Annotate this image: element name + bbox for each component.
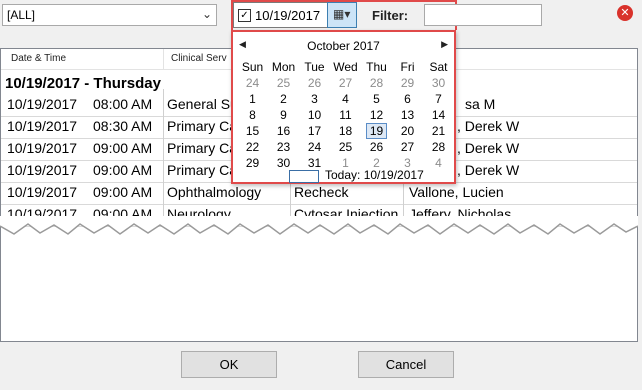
chevron-right-icon[interactable]: ▶ [441,39,448,50]
calendar-day[interactable]: 25 [268,75,299,91]
calendar-day[interactable]: 24 [299,139,330,155]
calendar-day[interactable]: 6 [392,91,423,107]
cell-provider: , Derek W [457,140,520,156]
calendar-day[interactable]: 20 [392,123,423,139]
calendar-day[interactable]: 9 [268,107,299,123]
weekday-label: Thu [366,60,387,74]
cell-provider: Vallone, Lucien [409,184,504,200]
calendar-day[interactable]: 24 [237,75,268,91]
weekday-label: Fri [400,60,415,74]
calendar-day[interactable]: 13 [392,107,423,123]
calendar-icon: ▦▾ [333,7,351,21]
cell-type: Recheck [294,184,349,200]
calendar-day[interactable]: 25 [330,139,361,155]
cell-service: Primary Ca [167,162,238,178]
table-row[interactable]: 10/19/2017 09:00 AM Ophthalmology Rechec… [1,182,637,205]
cell-service: Primary Ca [167,140,238,156]
calendar-day[interactable]: 29 [392,75,423,91]
calendar-day[interactable]: 7 [423,91,454,107]
calendar-grid: Sun Mon Tue Wed Thu Fri Sat 24 25 26 27 … [237,59,454,171]
date-value: 10/19/2017 [255,8,321,23]
date-picker-field[interactable]: ✓ 10/19/2017 [233,2,328,28]
clinic-combo-value: [ALL] [7,8,36,22]
filter-label: Filter: [372,8,409,23]
calendar-day[interactable]: 26 [361,139,392,155]
cell-time: 09:00 AM [93,162,153,178]
cell-date: 10/19/2017 [7,96,78,112]
cell-provider: , Derek W [457,118,520,134]
cell-provider: , Derek W [457,162,520,178]
cell-service: Primary Ca [167,118,238,134]
calendar-day[interactable]: 26 [299,75,330,91]
calendar-day[interactable]: 28 [423,139,454,155]
calendar-day-selected[interactable]: 19 [361,123,392,139]
selected-day-label: 19 [365,123,388,139]
weekday-label: Sun [241,60,264,74]
filter-input[interactable] [424,4,542,26]
weekday-label: Tue [304,60,325,74]
calendar-day[interactable]: 16 [268,123,299,139]
calendar-day[interactable]: 14 [423,107,454,123]
cell-time: 09:00 AM [93,184,153,200]
cell-service: Ophthalmology [167,184,262,200]
calendar-day[interactable]: 5 [361,91,392,107]
calendar-day[interactable]: 27 [330,75,361,91]
calendar-day[interactable]: 30 [423,75,454,91]
column-divider [163,89,164,224]
calendar-day[interactable]: 8 [237,107,268,123]
today-link[interactable]: Today: 10/19/2017 [325,168,424,182]
calendar-day[interactable]: 10 [299,107,330,123]
column-header-datetime[interactable]: Date & Time [11,53,66,64]
calendar-day[interactable]: 11 [330,107,361,123]
calendar-day[interactable]: 18 [330,123,361,139]
calendar-week: 15 16 17 18 19 20 21 [237,123,454,139]
group-header: 10/19/2017 - Thursday [5,75,161,92]
cell-service: General Su [167,96,238,112]
cell-time: 09:00 AM [93,140,153,156]
calendar-day[interactable]: 12 [361,107,392,123]
cell-time: 08:30 AM [93,118,153,134]
calendar-day[interactable]: 23 [268,139,299,155]
calendar-week: 8 9 10 11 12 13 14 [237,107,454,123]
calendar-day[interactable]: 17 [299,123,330,139]
calendar-day[interactable]: 4 [330,91,361,107]
torn-edge [0,216,638,235]
calendar-month-label[interactable]: October 2017 [233,39,454,53]
clinic-combo[interactable]: [ALL] ⌄ [2,4,217,26]
cell-provider: sa M [465,96,496,112]
calendar-day[interactable]: 29 [237,155,268,171]
close-icon[interactable]: ✕ [617,5,633,21]
calendar-day[interactable]: 1 [237,91,268,107]
ok-button[interactable]: OK [181,351,277,378]
calendar-day[interactable]: 15 [237,123,268,139]
calendar-day[interactable]: 30 [268,155,299,171]
cell-time: 08:00 AM [93,96,153,112]
calendar-popup: ◀ October 2017 ▶ Sun Mon Tue Wed Thu Fri… [231,30,456,184]
calendar-week: 22 23 24 25 26 27 28 [237,139,454,155]
calendar-day[interactable]: 3 [299,91,330,107]
date-checkbox[interactable]: ✓ [238,9,251,22]
calendar-day[interactable]: 27 [392,139,423,155]
column-divider [163,49,164,69]
weekday-label: Mon [271,60,296,74]
chevron-down-icon[interactable]: ⌄ [202,7,212,21]
calendar-day[interactable]: 4 [423,155,454,171]
cell-date: 10/19/2017 [7,140,78,156]
cell-date: 10/19/2017 [7,118,78,134]
weekday-label: Wed [333,60,358,74]
calendar-dropdown-button[interactable]: ▦▾ [327,2,357,28]
column-header-clinical-service[interactable]: Clinical Serv [171,53,227,64]
cancel-button[interactable]: Cancel [358,351,454,378]
calendar-week: 1 2 3 4 5 6 7 [237,91,454,107]
weekday-label: Sat [429,60,448,74]
calendar-week: 24 25 26 27 28 29 30 [237,75,454,91]
calendar-day[interactable]: 28 [361,75,392,91]
calendar-day[interactable]: 21 [423,123,454,139]
today-marker [289,170,319,183]
cell-date: 10/19/2017 [7,162,78,178]
cell-date: 10/19/2017 [7,184,78,200]
weekday-header-row: Sun Mon Tue Wed Thu Fri Sat [237,59,454,75]
calendar-day[interactable]: 22 [237,139,268,155]
calendar-day[interactable]: 2 [268,91,299,107]
